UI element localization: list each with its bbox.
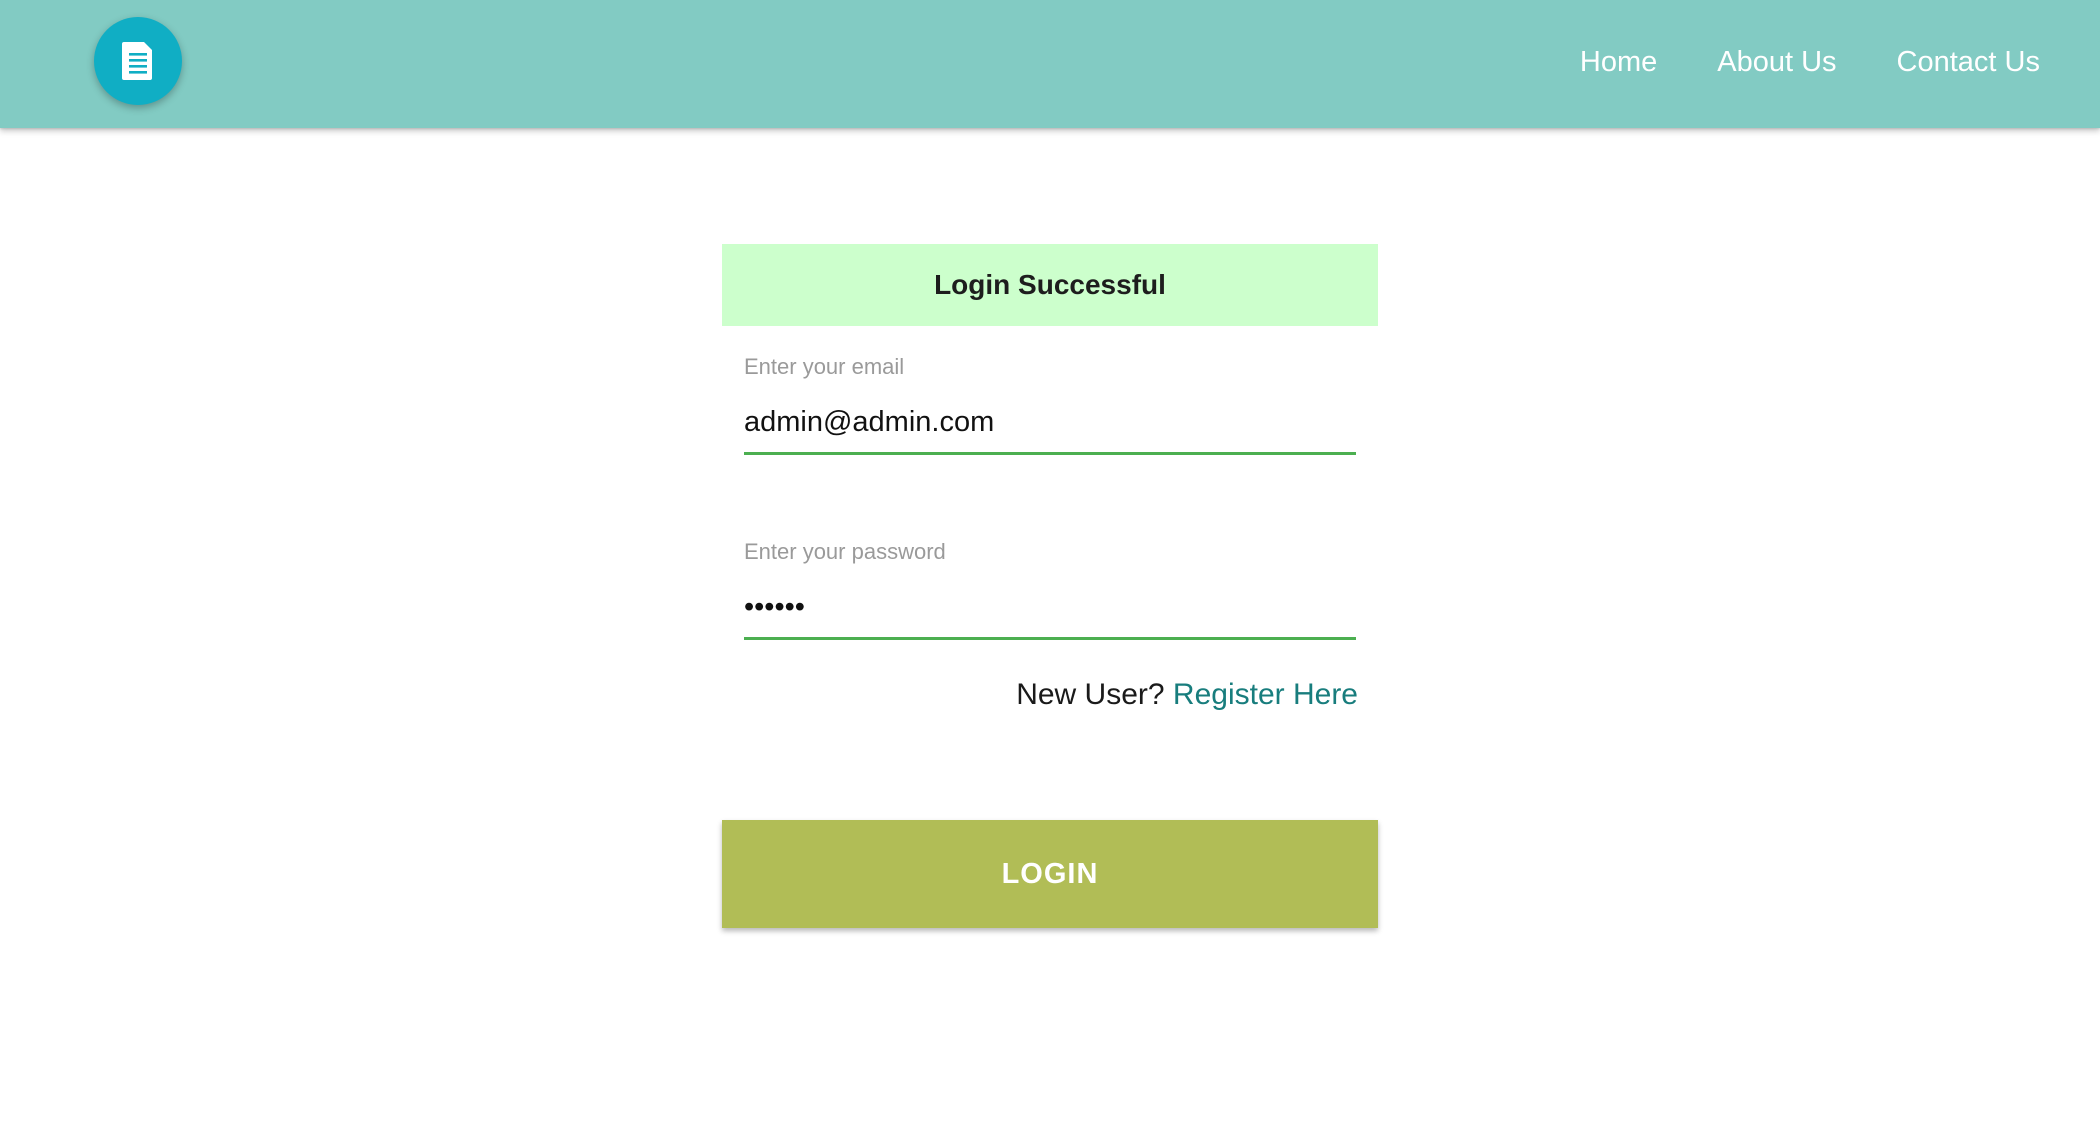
- top-navbar: Home About Us Contact Us: [0, 0, 2100, 128]
- register-link[interactable]: Register Here: [1173, 678, 1358, 711]
- main-nav: Home About Us Contact Us: [1520, 0, 2040, 124]
- nav-link-contact-us[interactable]: Contact Us: [1897, 46, 2040, 79]
- password-field-group: Enter your password: [744, 539, 1356, 640]
- document-icon: [122, 42, 152, 80]
- password-underline: [744, 637, 1356, 640]
- nav-link-about-us[interactable]: About Us: [1717, 46, 1836, 79]
- login-button[interactable]: LOGIN: [722, 820, 1378, 928]
- login-form: Login Successful Enter your email Enter …: [722, 244, 1378, 928]
- logo-button[interactable]: [94, 17, 182, 105]
- register-prompt-text: New User?: [1016, 678, 1165, 711]
- login-page: Home About Us Contact Us Login Successfu…: [0, 0, 2100, 1136]
- register-prompt-row: New User? Register Here: [722, 678, 1358, 712]
- email-input[interactable]: [744, 394, 1356, 450]
- password-input[interactable]: [744, 579, 1356, 635]
- login-success-alert: Login Successful: [722, 244, 1378, 326]
- email-underline: [744, 452, 1356, 455]
- email-label: Enter your email: [744, 354, 905, 379]
- nav-link-home[interactable]: Home: [1580, 46, 1657, 79]
- password-label: Enter your password: [744, 539, 946, 564]
- email-field-group: Enter your email: [744, 354, 1356, 455]
